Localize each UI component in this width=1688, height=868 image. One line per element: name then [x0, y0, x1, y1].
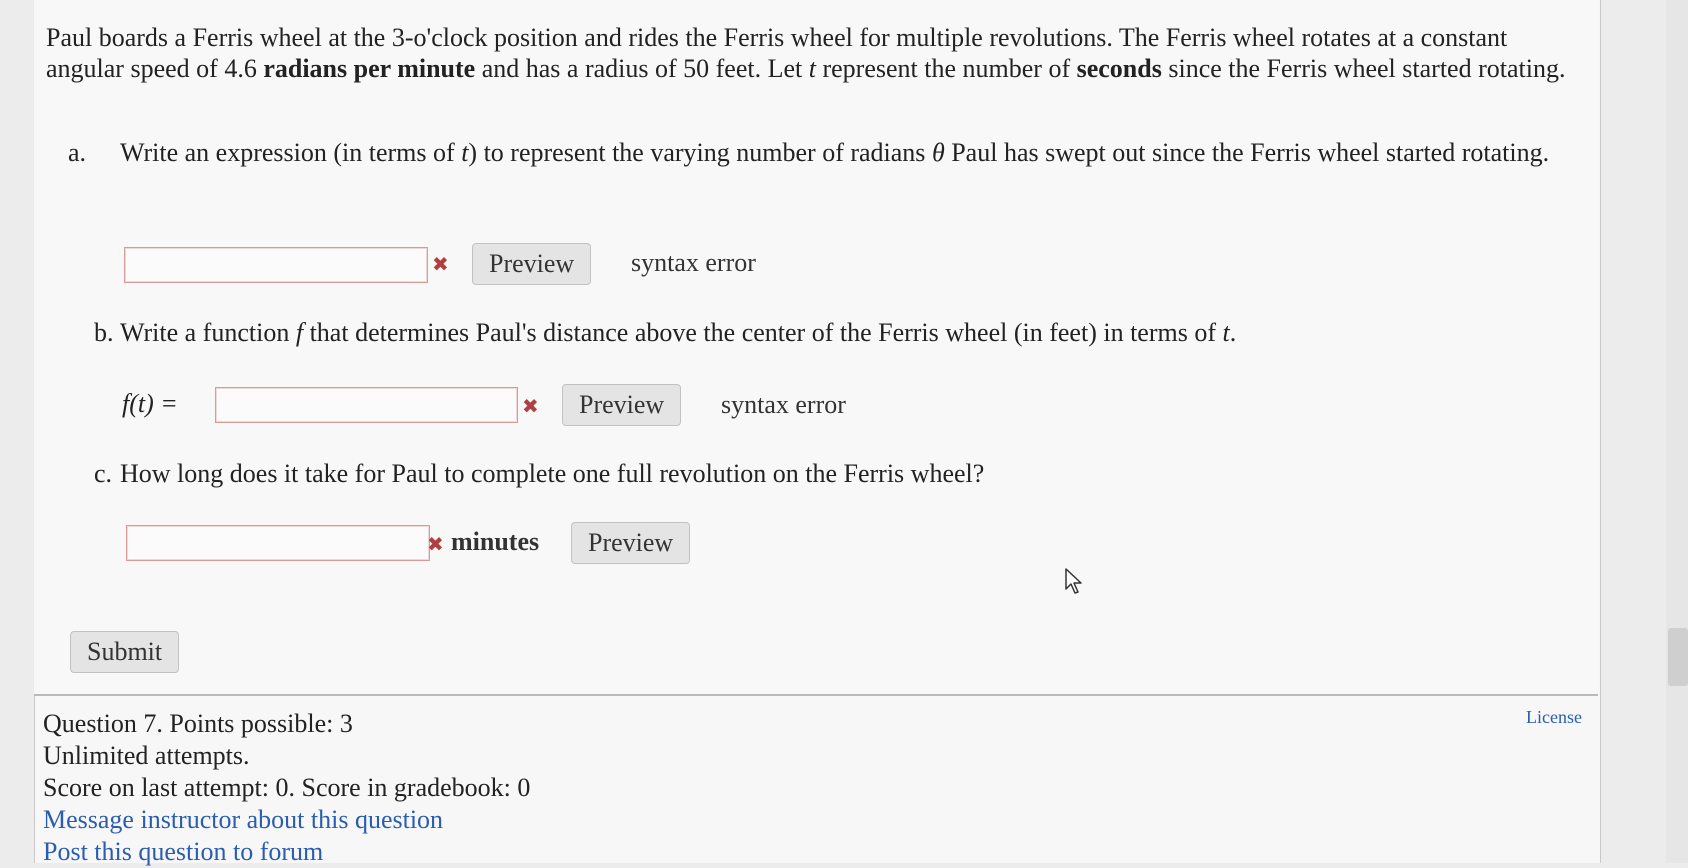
x-mark-icon: ✖ — [522, 394, 539, 418]
attempts-info: Unlimited attempts. — [43, 741, 250, 770]
var-f: f — [295, 318, 304, 347]
var-t: t — [808, 54, 816, 83]
part-a-text: ) to represent the varying number of rad… — [468, 138, 932, 167]
license-link[interactable]: License — [1526, 707, 1582, 728]
function-label: f(t) = — [122, 389, 178, 418]
intro-bold-radians: radians per minute — [263, 54, 476, 83]
part-b-preview-button[interactable]: Preview — [562, 384, 682, 426]
scrollbar-thumb[interactable] — [1668, 628, 1688, 686]
x-mark-icon: ✖ — [427, 532, 444, 556]
message-instructor-link[interactable]: Message instructor about this question — [43, 804, 530, 836]
intro-text: since the Ferris wheel started rotating. — [1161, 54, 1566, 83]
part-b-text: that determines Paul's distance above th… — [303, 318, 1223, 347]
score-info: Score on last attempt: 0. Score in grade… — [43, 773, 531, 802]
intro-bold-seconds: seconds — [1076, 54, 1162, 83]
part-a-answer-input[interactable] — [124, 247, 428, 283]
question-info: Question 7. Points possible: 3 Unlimited… — [43, 708, 530, 868]
x-mark-icon: ✖ — [432, 252, 449, 276]
post-to-forum-link[interactable]: Post this question to forum — [43, 836, 530, 868]
points-possible: Question 7. Points possible: 3 — [43, 709, 353, 738]
var-theta: θ — [931, 138, 945, 167]
submit-button[interactable]: Submit — [70, 631, 180, 673]
part-a-label: a. — [68, 138, 87, 167]
mouse-pointer-icon — [1065, 568, 1082, 594]
part-c-answer-input[interactable] — [126, 525, 430, 561]
intro-text: represent the number of — [815, 54, 1077, 83]
part-b-text: Write a function — [120, 318, 296, 347]
part-c-preview-button[interactable]: Preview — [571, 522, 691, 564]
var-t: t — [1222, 318, 1230, 347]
part-a-text: Write an expression (in terms of — [120, 138, 462, 167]
intro-text: and has a radius of 50 feet. Let — [475, 54, 809, 83]
part-b-answer-input[interactable] — [215, 387, 518, 423]
part-b-label: b. — [94, 318, 114, 347]
part-c-label: c. — [94, 459, 113, 488]
part-c-prompt: c. How long does it take for Paul to comp… — [94, 458, 1574, 489]
part-a-preview-button[interactable]: Preview — [472, 243, 592, 285]
part-a-text: Paul has swept out since the Ferris whee… — [944, 138, 1550, 167]
part-a-syntax-error: syntax error — [631, 248, 756, 277]
question-panel — [34, 0, 1598, 696]
part-b-text: . — [1229, 318, 1237, 347]
part-b-syntax-error: syntax error — [721, 390, 846, 419]
units-label: minutes — [451, 527, 540, 556]
question-intro: Paul boards a Ferris wheel at the 3-o'cl… — [46, 22, 1566, 84]
part-b-prompt: b. Write a function f that determines Pau… — [94, 317, 1574, 348]
part-c-text: How long does it take for Paul to comple… — [120, 459, 985, 488]
part-a-prompt: a. Write an expression (in terms of t) to… — [68, 137, 1600, 168]
scrollbar-track[interactable] — [1666, 0, 1688, 863]
